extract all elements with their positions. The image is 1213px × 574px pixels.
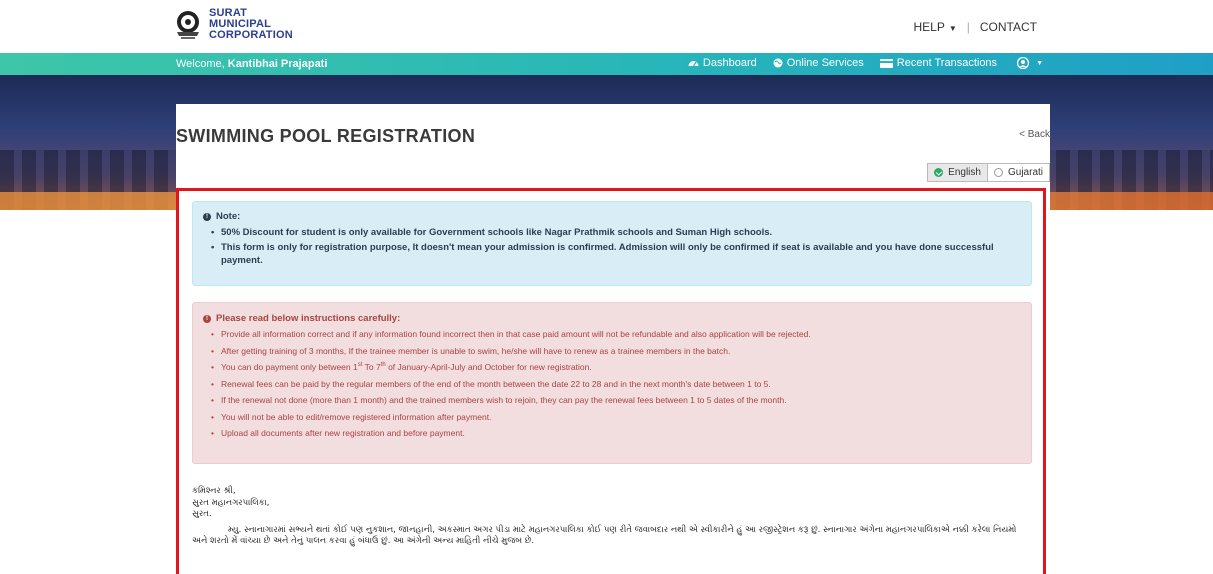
caret-down-icon: ▼ — [1036, 59, 1043, 67]
list-item: 50% Discount for student is only availab… — [203, 226, 1021, 239]
highlight-box: !Note: 50% Discount for student is only … — [176, 188, 1046, 574]
list-item: You will not be able to edit/remove regi… — [203, 409, 1021, 426]
main-navbar: Welcome, Kantibhai Prajapati Dashboard O… — [0, 53, 1213, 75]
radio-checked-icon — [934, 168, 944, 177]
alert-icon: ! — [203, 314, 211, 323]
note-heading: ! Note: — [203, 211, 1021, 222]
caret-down-icon: ▼ — [948, 24, 957, 33]
address-line: કમિશ્નર શ્રી, — [192, 486, 236, 496]
declaration-paragraph: મ્યુ. સ્નાનાગારમાં સભ્યને થતાં કોઈ પણ નુ… — [192, 524, 1017, 547]
list-item: Upload all documents after new registrat… — [203, 425, 1021, 442]
page-title: SWIMMING POOL REGISTRATION — [176, 126, 476, 146]
language-toggle: English Gujarati — [927, 163, 1050, 182]
account-menu[interactable]: ▼ — [1017, 57, 1043, 69]
smc-logo[interactable]: SURAT MUNICIPAL CORPORATION — [173, 8, 293, 41]
radio-unchecked-icon — [993, 168, 1003, 177]
nav-dashboard[interactable]: Dashboard — [688, 57, 757, 69]
nav-recent-transactions[interactable]: Recent Transactions — [879, 57, 997, 69]
address-line: સુરત મહાનગરપાલિકા, — [192, 497, 270, 508]
instructions-list: Provide all information correct and if a… — [203, 326, 1021, 442]
lang-gujarati-option[interactable]: Gujarati — [987, 163, 1050, 182]
list-item: Renewal fees can be paid by the regular … — [203, 376, 1021, 393]
globe-icon — [773, 58, 783, 68]
logo-text: SURAT MUNICIPAL CORPORATION — [209, 7, 293, 41]
info-icon: ! — [203, 212, 211, 221]
nav-items: Dashboard Online Services Recent Transac… — [672, 57, 1043, 69]
list-item: If the renewal not done (more than 1 mon… — [203, 392, 1021, 409]
note-list: 50% Discount for student is only availab… — [203, 226, 1021, 267]
dashboard-icon — [688, 61, 699, 67]
help-menu[interactable]: HELP ▼ — [913, 20, 956, 34]
welcome-text: Welcome, Kantibhai Prajapati — [176, 58, 328, 70]
list-item: This form is only for registration purpo… — [203, 241, 1021, 267]
top-header: SURAT MUNICIPAL CORPORATION HELP ▼ | CONT… — [0, 0, 1213, 53]
lang-english-option[interactable]: English — [927, 163, 988, 182]
top-links: HELP ▼ | CONTACT — [913, 20, 1037, 34]
instructions-heading: ! Please read below instructions carefull… — [203, 313, 1021, 324]
address-line: સુરત. — [192, 509, 212, 519]
nav-online-services[interactable]: Online Services — [773, 57, 864, 69]
smc-emblem-icon — [177, 10, 199, 39]
list-item: Provide all information correct and if a… — [203, 326, 1021, 343]
list-item: You can do payment only between 1st To 7… — [203, 359, 1021, 376]
gujarati-declaration: કમિશ્નર શ્રી, સુરત મહાનગરપાલિકા, સુરત. મ… — [192, 486, 1032, 548]
note-alert: !Note: 50% Discount for student is only … — [192, 201, 1032, 286]
divider: | — [966, 20, 970, 34]
instructions-alert: ! Please read below instructions carefull… — [192, 302, 1032, 464]
list-item: After getting training of 3 months, If t… — [203, 343, 1021, 360]
contact-link[interactable]: CONTACT — [980, 20, 1037, 34]
back-link[interactable]: < Back — [1019, 129, 1050, 140]
card-icon — [879, 58, 893, 68]
user-circle-icon — [1017, 57, 1030, 69]
user-name: Kantibhai Prajapati — [227, 58, 328, 70]
